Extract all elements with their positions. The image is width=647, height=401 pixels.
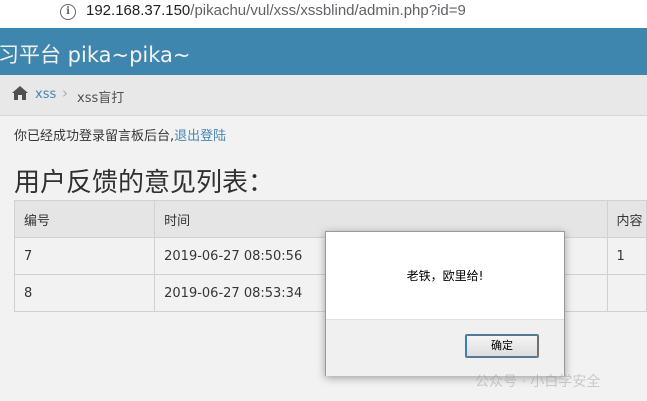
url-host: 192.168.37.150 xyxy=(86,2,191,19)
ok-button[interactable]: 确定 xyxy=(465,334,539,358)
url-path: /pikachu/vul/xss/xssblind/admin.php?id=9 xyxy=(190,2,466,19)
alert-message: 老铁，欧里给! xyxy=(406,269,484,283)
site-info-icon[interactable]: i xyxy=(60,4,76,20)
alert-footer: 确定 xyxy=(326,319,564,376)
alert-dialog: 老铁，欧里给! 确定 xyxy=(325,231,565,376)
browser-address-bar[interactable]: i 192.168.37.150/pikachu/vul/xss/xssblin… xyxy=(0,0,647,29)
url-field[interactable]: 192.168.37.150/pikachu/vul/xss/xssblind/… xyxy=(86,2,466,19)
watermark: 公众号 · 小白学安全 xyxy=(475,374,601,390)
